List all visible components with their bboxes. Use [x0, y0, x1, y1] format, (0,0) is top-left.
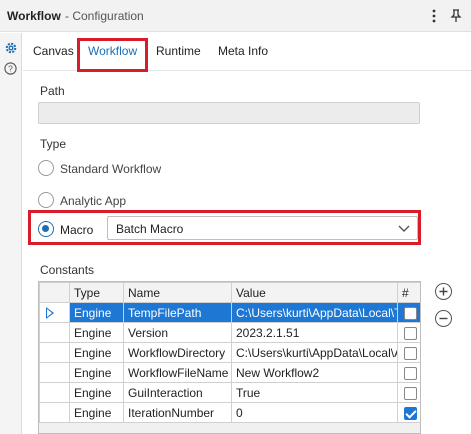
tab-meta-info[interactable]: Meta Info	[218, 44, 268, 58]
title-bar: Workflow - Configuration	[0, 0, 471, 32]
row-checkbox[interactable]	[404, 386, 417, 400]
macro-highlight	[28, 210, 421, 245]
cell-value[interactable]: True	[231, 382, 398, 403]
cell-checkbox[interactable]	[397, 302, 420, 323]
row-marker	[39, 382, 70, 403]
row-marker-header	[39, 282, 70, 303]
radio-analytic-app[interactable]	[38, 192, 54, 208]
table-row[interactable]: Engine WorkflowFileName New Workflow2	[39, 362, 420, 383]
kebab-menu-icon[interactable]	[426, 7, 442, 25]
tab-workflow-highlight	[77, 38, 148, 72]
row-marker	[39, 342, 70, 363]
minus-circle-icon[interactable]	[435, 310, 452, 327]
tab-canvas[interactable]: Canvas	[33, 44, 74, 58]
cell-value[interactable]: New Workflow2	[231, 362, 398, 383]
radio-standard-workflow-label: Standard Workflow	[60, 162, 162, 176]
cell-type[interactable]: Engine	[69, 342, 124, 363]
cell-checkbox[interactable]	[397, 322, 420, 343]
row-checkbox-checked[interactable]	[404, 406, 417, 420]
path-input[interactable]	[38, 102, 420, 124]
path-label: Path	[40, 84, 65, 98]
row-checkbox[interactable]	[404, 366, 417, 380]
table-row[interactable]: Engine Version 2023.2.1.51	[39, 322, 420, 343]
pin-icon[interactable]	[448, 7, 464, 25]
row-marker	[39, 322, 70, 343]
gear-icon[interactable]	[3, 40, 18, 55]
column-header-name[interactable]: Name	[123, 282, 232, 303]
cell-value[interactable]: 0	[231, 402, 398, 423]
type-label: Type	[40, 137, 67, 151]
cell-name[interactable]: IterationNumber	[123, 402, 232, 423]
cell-checkbox[interactable]	[397, 342, 420, 363]
cell-value[interactable]: C:\Users\kurti\AppData\Local\A	[231, 342, 398, 363]
window-title: Workflow	[7, 9, 61, 23]
cell-type[interactable]: Engine	[69, 402, 124, 423]
row-checkbox[interactable]	[404, 326, 417, 340]
column-header-value[interactable]: Value	[231, 282, 398, 303]
cell-name[interactable]: Version	[123, 322, 232, 343]
constants-label: Constants	[40, 263, 95, 277]
radio-standard-workflow[interactable]	[38, 160, 54, 176]
plus-circle-icon[interactable]	[435, 283, 452, 300]
column-header-hash[interactable]: #	[397, 282, 420, 303]
cell-checkbox[interactable]	[397, 362, 420, 383]
cell-name[interactable]: WorkflowDirectory	[123, 342, 232, 363]
table-row[interactable]: Engine IterationNumber 0	[39, 402, 420, 423]
cell-name[interactable]: GuiInteraction	[123, 382, 232, 403]
cell-type[interactable]: Engine	[69, 362, 124, 383]
table-row[interactable]: Engine GuiInteraction True	[39, 382, 420, 403]
window-subtitle: - Configuration	[65, 9, 144, 23]
current-row-arrow-icon	[46, 306, 54, 319]
tab-runtime[interactable]: Runtime	[156, 44, 201, 58]
cell-checkbox[interactable]	[397, 402, 420, 423]
table-row[interactable]: Engine WorkflowDirectory C:\Users\kurti\…	[39, 342, 420, 363]
column-header-type[interactable]: Type	[69, 282, 124, 303]
constants-table: Type Name Value # Engine TempFilePath C:…	[38, 281, 421, 434]
help-icon[interactable]: ?	[3, 61, 18, 76]
cell-type[interactable]: Engine	[69, 382, 124, 403]
cell-name[interactable]: WorkflowFileName	[123, 362, 232, 383]
cell-type[interactable]: Engine	[69, 322, 124, 343]
svg-text:?: ?	[8, 64, 13, 74]
table-header-row: Type Name Value #	[39, 282, 420, 303]
row-marker	[39, 362, 70, 383]
cell-value[interactable]: 2023.2.1.51	[231, 322, 398, 343]
row-checkbox[interactable]	[404, 346, 417, 360]
row-marker	[39, 302, 70, 323]
table-row[interactable]: Engine TempFilePath C:\Users\kurti\AppDa…	[39, 302, 420, 323]
cell-checkbox[interactable]	[397, 382, 420, 403]
radio-analytic-app-label: Analytic App	[60, 194, 127, 208]
row-marker	[39, 402, 70, 423]
cell-type[interactable]: Engine	[69, 302, 124, 323]
left-rail: ?	[0, 33, 22, 434]
cell-name[interactable]: TempFilePath	[123, 302, 232, 323]
row-checkbox[interactable]	[404, 306, 417, 320]
cell-value[interactable]: C:\Users\kurti\AppData\Local\Te	[231, 302, 398, 323]
